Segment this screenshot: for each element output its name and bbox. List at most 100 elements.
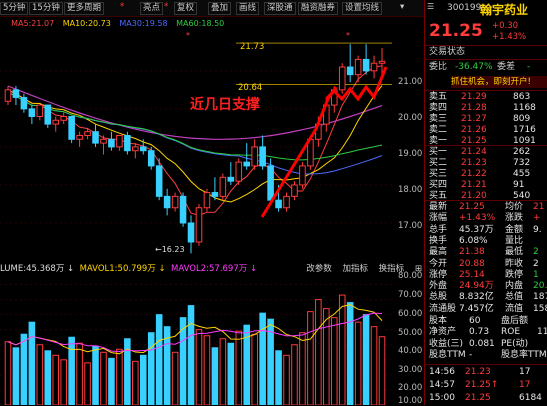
candle-body: [251, 146, 258, 167]
weibi-label: 委比: [429, 62, 448, 72]
ma-settings-button[interactable]: 设置均线: [342, 2, 383, 15]
weibi-row: 委比 -36.47% 委差 -: [429, 62, 547, 73]
stat-row: 最高 21.38 最低 2: [429, 247, 547, 258]
stat-label: 最新: [429, 202, 448, 212]
buy-level-row: 买二 21.23 732: [429, 158, 547, 169]
stat-row: 换手 6.08% 量比: [429, 236, 547, 247]
tick-volume: 17: [519, 380, 531, 390]
fin-value: 0.081: [469, 338, 495, 349]
fin-row: 收益(三) 0.081 PE(动): [429, 339, 547, 350]
volume-bar: [76, 342, 83, 405]
stat-value: 8.832亿: [459, 292, 494, 303]
stat-label: 量比: [505, 235, 524, 246]
candle-body: [84, 131, 91, 136]
candle-body: [378, 60, 386, 64]
candle-body: [354, 58, 362, 76]
draw-line-button[interactable]: 画线: [236, 2, 260, 15]
volume-bar: [84, 362, 91, 405]
divider: [425, 90, 547, 91]
candle-body: [283, 195, 290, 209]
legend-prefix: [0, 19, 3, 28]
fin-label: ROE: [501, 327, 521, 338]
fin-label: 股息率TTM: [501, 349, 547, 360]
divider: [425, 59, 547, 60]
period-15min-button[interactable]: 15分钟: [29, 2, 63, 15]
buy-level-row: 买三 21.22 455: [429, 169, 547, 180]
rehab-button[interactable]: 复权: [174, 2, 198, 15]
price-tick: 17.00: [398, 221, 423, 231]
volume-bar: [44, 350, 52, 405]
candle-body: [179, 195, 187, 224]
fin-label: 盘后额: [501, 316, 529, 326]
buy-level-row: 买五 21.20 540: [429, 191, 547, 202]
overlay-button[interactable]: 叠加: [208, 2, 232, 15]
volume-chart[interactable]: [0, 277, 424, 405]
volume-bar: [139, 354, 147, 405]
stat-label: 涨幅: [429, 213, 448, 224]
menu-icon[interactable]: ☰: [427, 2, 434, 11]
fin-label: 股本: [429, 316, 448, 326]
candle-body: [68, 115, 75, 140]
sell-level-volume: 863: [513, 92, 531, 102]
fin-row: 股本 60 盘后额: [429, 316, 547, 327]
stat-label: 今开: [429, 258, 448, 269]
star-mark: *: [164, 2, 169, 12]
dropdown-icon[interactable]: ▾: [400, 2, 404, 13]
volume-tick: 60.00: [398, 309, 423, 319]
buy-level-price: 21.23: [461, 158, 487, 168]
stat-value: 187: [533, 292, 547, 303]
candle-body: [52, 119, 60, 125]
candle-body: [259, 146, 266, 167]
ma60-legend: MA60:18.50: [176, 19, 225, 28]
more-periods-button[interactable]: 更多周期: [64, 2, 105, 15]
tick-time: 15:00: [429, 393, 455, 403]
margin-trading-button[interactable]: 融资融券: [298, 2, 339, 15]
candle-body: [100, 138, 107, 144]
stat-value: 20.: [533, 281, 547, 292]
sell-level-label: 卖四: [429, 103, 448, 113]
candle-body: [76, 134, 83, 140]
low-price-label: ←16.23: [155, 245, 185, 254]
volume-bar: [171, 351, 179, 405]
candle-body: [4, 89, 12, 102]
candle-body: [116, 134, 123, 148]
candle-body: [195, 207, 203, 243]
volume-tick: 70.00: [398, 290, 423, 300]
volume-bar: [354, 321, 362, 405]
candle-body: [346, 66, 354, 76]
sell-level-price: 21.29: [461, 92, 487, 102]
buy-level-label: 买四: [429, 180, 448, 190]
stat-row: 总手 45.37万 金额 9.: [429, 225, 547, 236]
buy-level-volume: 91: [513, 180, 525, 190]
volume-value: LUME:45.368万 ↓: [0, 264, 75, 274]
stat-row: 外盘 24.94万 内盘 20.: [429, 281, 547, 292]
volume-bar: [299, 332, 306, 405]
highlight-button[interactable]: 亮点: [140, 2, 164, 15]
add-indicator-button[interactable]: 加指标: [342, 264, 368, 274]
volume-bar: [370, 326, 378, 405]
stat-label: 跌停: [505, 269, 524, 280]
stat-label: 内盘: [505, 281, 524, 292]
volume-bar: [12, 347, 20, 405]
candle-body: [60, 115, 67, 121]
period-5min-button[interactable]: 5分钟: [0, 2, 29, 15]
candle-body: [291, 184, 298, 197]
buy-level-label: 买二: [429, 158, 448, 168]
volume-tick: 20.00: [398, 383, 423, 393]
fin-row: 股息TTM - 股息率TTM: [429, 350, 547, 361]
price-change: +0.30: [492, 21, 519, 31]
candle-body: [187, 222, 195, 243]
edit-params-button[interactable]: 改参数: [306, 264, 332, 274]
tick-price: 21.25↑: [465, 380, 499, 390]
stock-code: 300199: [447, 3, 482, 13]
candlestick-chart[interactable]: [0, 29, 424, 261]
price-tick: 19.00: [398, 149, 423, 159]
stat-label: 涨停: [429, 269, 448, 280]
candle-body: [362, 58, 370, 72]
shenzhen-connect-button[interactable]: 深股通: [264, 2, 296, 15]
open-account-banner[interactable]: 抓住机会，即刻开户!: [451, 76, 547, 88]
stat-value: +1.43%: [459, 213, 496, 224]
sell-level-row: 卖二 21.26 1716: [429, 125, 547, 136]
volume-bar: [203, 335, 211, 405]
stat-value: 2: [533, 258, 539, 269]
